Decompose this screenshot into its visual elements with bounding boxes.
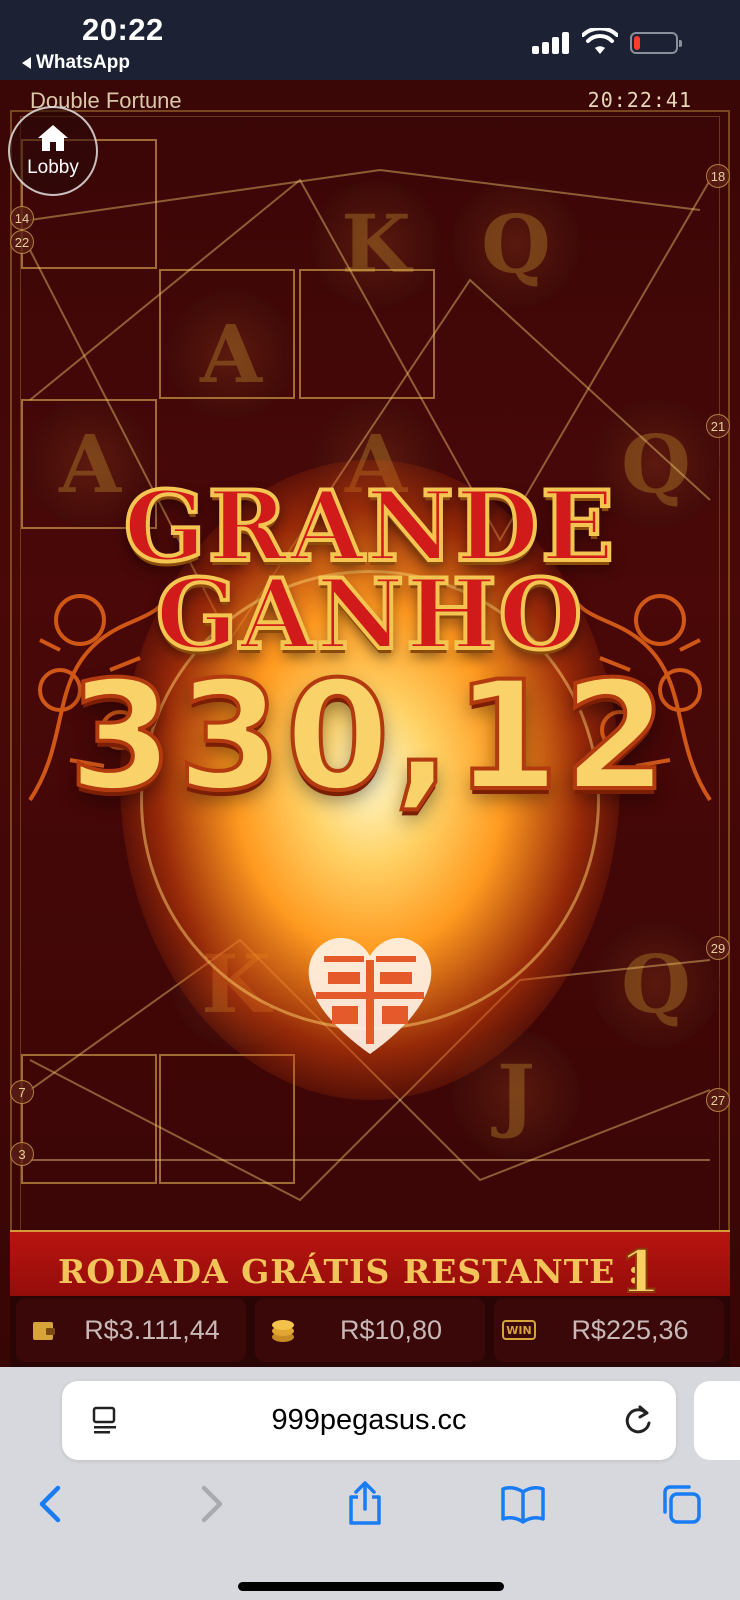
double-happiness-emblem-icon [308, 937, 432, 1054]
back-to-app-link[interactable]: WhatsApp [22, 52, 130, 74]
address-bar[interactable]: 999pegasus.cc [62, 1381, 676, 1460]
share-icon [349, 1481, 381, 1525]
reload-icon[interactable] [622, 1403, 654, 1437]
back-app-label: WhatsApp [36, 52, 130, 73]
battery-icon [630, 32, 682, 54]
bet-meter[interactable]: R$10,80 [255, 1298, 485, 1362]
reel-symbol: K [312, 180, 440, 308]
payline-number: 22 [10, 230, 34, 254]
back-button[interactable] [26, 1479, 76, 1529]
payline-number: 7 [10, 1080, 34, 1104]
battery-level [634, 36, 640, 50]
win-amount: 330,12 [67, 648, 672, 826]
forward-icon [201, 1485, 223, 1523]
home-icon [38, 125, 68, 151]
free-spins-label: RODADA GRÁTIS RESTANTE : [58, 1252, 642, 1291]
wallet-icon [33, 1322, 55, 1340]
wifi-icon [582, 28, 618, 54]
back-icon [39, 1485, 61, 1523]
lobby-label: Lobby [27, 157, 79, 178]
tabs-icon [663, 1485, 701, 1524]
bookmarks-icon [501, 1486, 545, 1524]
payline-number: 18 [706, 164, 730, 188]
next-tab-peek[interactable] [694, 1381, 740, 1460]
reel-symbol: Q [452, 180, 580, 308]
status-bar: 20:22 WhatsApp [0, 0, 740, 80]
game-clock: 20:22:41 [587, 88, 692, 112]
back-triangle-icon [22, 57, 31, 69]
win-meter: WIN R$225,36 [494, 1298, 724, 1362]
browser-toolbar: 999pegasus.cc [0, 1367, 740, 1600]
payline-number: 29 [706, 936, 730, 960]
bet-value: R$10,80 [339, 1314, 443, 1345]
lobby-button[interactable]: Lobby [8, 106, 98, 196]
forward-button[interactable] [186, 1479, 236, 1529]
reel-symbol: Q [592, 920, 720, 1048]
win-icon: WIN [502, 1320, 536, 1340]
status-time: 20:22 [82, 12, 164, 47]
home-indicator[interactable] [238, 1582, 504, 1591]
reel-symbol: A [167, 290, 295, 418]
share-button[interactable] [340, 1479, 390, 1529]
payline-number: 21 [706, 414, 730, 438]
meters-bar: R$3.111,44 R$10,80 WIN R$225,36 [10, 1296, 730, 1367]
win-value: R$225,36 [571, 1314, 689, 1345]
cellular-signal-icon [532, 32, 570, 54]
url-text: 999pegasus.cc [271, 1404, 467, 1436]
slot-game-area[interactable]: A K Q A A Q K Q J 14 22 7 3 18 21 29 [0, 80, 740, 1367]
balance-value: R$3.111,44 [84, 1314, 220, 1345]
balance-meter: R$3.111,44 [16, 1298, 246, 1362]
tabs-button[interactable] [656, 1479, 706, 1529]
payline-number: 14 [10, 206, 34, 230]
coins-icon [272, 1320, 294, 1342]
bookmarks-button[interactable] [498, 1479, 548, 1529]
payline-number: 27 [706, 1088, 730, 1112]
payline-number: 3 [10, 1142, 34, 1166]
